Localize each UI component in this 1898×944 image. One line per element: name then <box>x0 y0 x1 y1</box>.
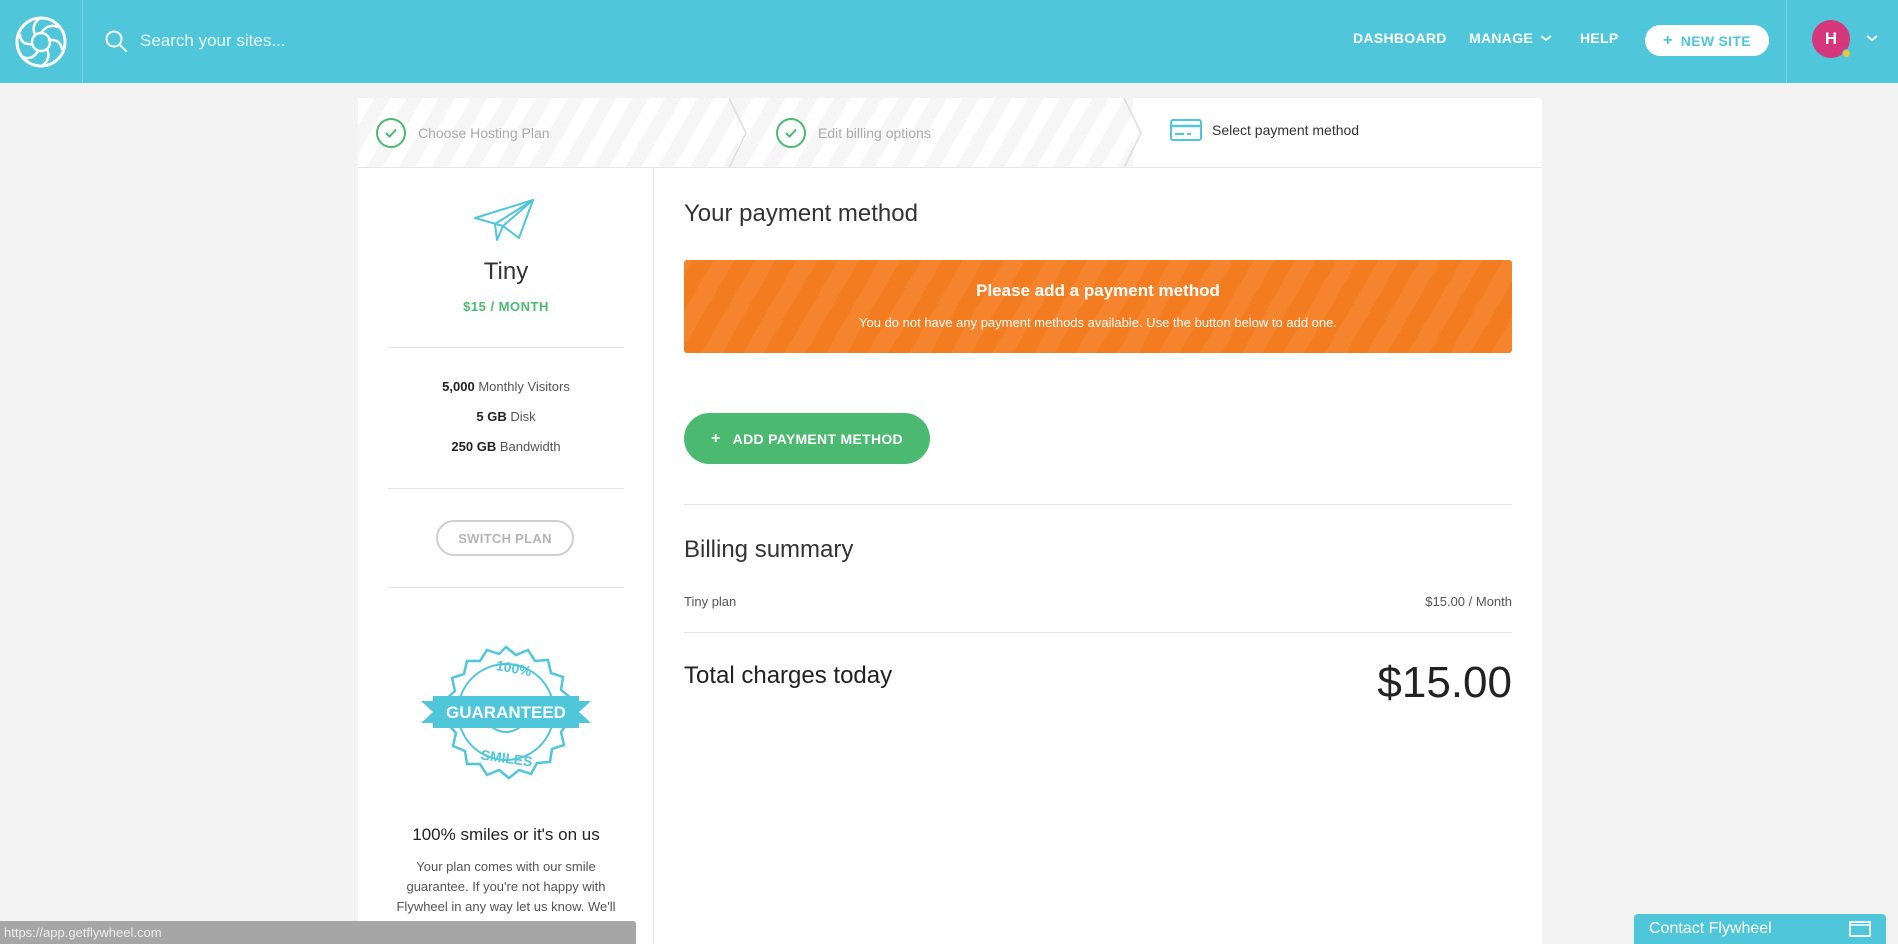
feature-label: Disk <box>510 409 536 424</box>
plan-price: $15 / MONTH <box>463 299 549 314</box>
divider <box>388 488 624 489</box>
paper-plane-icon <box>474 199 534 241</box>
step-label: Edit billing options <box>818 125 931 141</box>
feature-label: Monthly Visitors <box>478 379 570 394</box>
feature-bandwidth: 250 GB Bandwidth <box>358 439 654 454</box>
alert-title: Please add a payment method <box>976 281 1220 300</box>
search-icon <box>105 30 127 52</box>
add-payment-method-button[interactable]: + ADD PAYMENT METHOD <box>684 413 930 464</box>
step-separator <box>1123 98 1142 167</box>
nav-manage-label: MANAGE <box>1469 30 1534 46</box>
plus-icon: + <box>1663 31 1673 49</box>
feature-value: 5,000 <box>442 379 475 394</box>
plan-summary-content: Tiny $15 / MONTH 5,000 Monthly Visitors … <box>358 0 654 944</box>
nav-help-label: HELP <box>1580 30 1619 46</box>
status-dot <box>1842 49 1851 58</box>
add-payment-method-label: ADD PAYMENT METHOD <box>732 430 903 447</box>
nav-dashboard[interactable]: DASHBOARD <box>1353 30 1447 46</box>
check-icon <box>776 118 806 148</box>
contact-widget[interactable]: Contact Flywheel <box>1634 914 1886 944</box>
new-site-label: NEW SITE <box>1680 32 1751 49</box>
avatar-initial: H <box>1824 29 1838 48</box>
contact-label: Contact Flywheel <box>1649 920 1772 937</box>
divider <box>388 587 624 588</box>
nav-dashboard-label: DASHBOARD <box>1353 30 1447 46</box>
divider <box>684 632 1512 633</box>
guarantee-title: 100% smiles or it's on us <box>412 825 600 844</box>
guarantee-badge: GUARANTEED 100% SMILES <box>421 645 591 780</box>
payment-panel: Your payment method Please add a payment… <box>654 168 1542 944</box>
plus-icon: + <box>711 429 721 447</box>
feature-value: 250 GB <box>451 439 497 454</box>
feature-value: 5 GB <box>476 409 507 424</box>
total-value: $15.00 <box>1377 658 1512 707</box>
step-separator <box>728 98 747 167</box>
alert-body: You do not have any payment methods avai… <box>859 315 1337 330</box>
status-bar-url: https://app.getflywheel.com <box>0 921 636 944</box>
new-site-button[interactable]: + NEW SITE <box>1645 25 1769 56</box>
chevron-down-icon <box>1540 35 1552 42</box>
plan-name: Tiny <box>483 258 529 285</box>
credit-card-icon <box>1170 119 1202 141</box>
feature-visitors: 5,000 Monthly Visitors <box>358 379 654 394</box>
chat-window-icon <box>1849 921 1871 937</box>
step-select-payment-method: Select payment method <box>1170 118 1359 142</box>
user-menu[interactable]: H <box>1786 0 1898 83</box>
payment-alert: Please add a payment method You do not h… <box>684 260 1512 353</box>
feature-label: Bandwidth <box>499 439 561 454</box>
divider <box>684 504 1512 505</box>
step-label: Select payment method <box>1212 122 1360 138</box>
billing-line-item: Tiny plan $15.00 / Month <box>684 594 1512 609</box>
badge-bottom-text: SMILES <box>480 746 534 769</box>
badge-guaranteed-text: GUARANTEED <box>446 703 566 722</box>
billing-heading: Billing summary <box>684 536 854 563</box>
top-navigation-bar: DASHBOARD MANAGE HELP + NEW SITE H <box>0 0 1898 83</box>
payment-heading: Your payment method <box>684 200 918 227</box>
flywheel-logo[interactable] <box>0 0 83 83</box>
nav-help[interactable]: HELP <box>1580 30 1619 46</box>
billing-item-label: Tiny plan <box>684 594 737 609</box>
feature-disk: 5 GB Disk <box>358 409 654 424</box>
step-edit-billing-options[interactable]: Edit billing options <box>776 118 931 148</box>
chevron-down-icon[interactable] <box>1865 33 1879 43</box>
billing-item-value: $15.00 / Month <box>1425 594 1512 609</box>
badge-top-text: 100% <box>495 657 534 679</box>
switch-plan-button[interactable]: SWITCH PLAN <box>436 520 574 556</box>
flywheel-logo-icon <box>15 16 67 67</box>
nav-manage[interactable]: MANAGE <box>1469 30 1553 46</box>
total-label: Total charges today <box>684 662 893 689</box>
divider <box>388 347 624 348</box>
